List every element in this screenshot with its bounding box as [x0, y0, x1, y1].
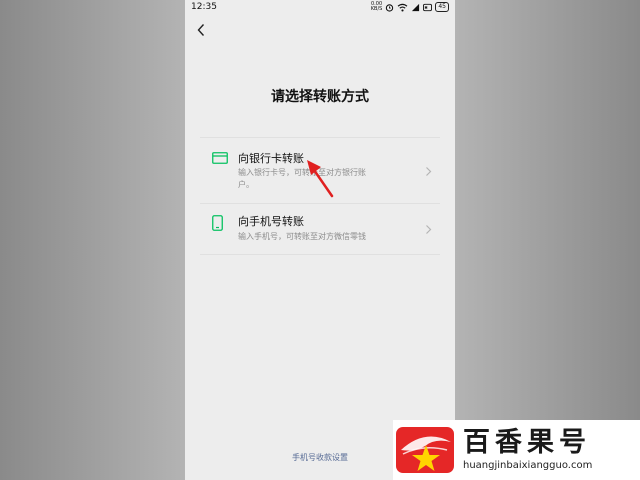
option-phone-number-title: 向手机号转账	[238, 215, 304, 228]
net-speed-unit: KB/S	[370, 6, 383, 12]
back-button[interactable]	[193, 22, 209, 38]
bank-card-icon	[212, 152, 228, 164]
annotation-arrow-icon	[307, 160, 334, 198]
status-bar: 12:35 0.00 KB/S 45	[185, 0, 455, 14]
option-phone-number-description: 输入手机号，可转账至对方微信零钱	[238, 232, 366, 241]
watermark-text: 百香果号 huangjinbaixiangguo.com	[463, 427, 592, 473]
page-title: 请选择转账方式	[271, 89, 369, 105]
chevron-left-icon	[197, 24, 205, 36]
phone-screen: 12:35 0.00 KB/S 45 请选择转账方式 向银行卡转账 输入银行卡号…	[185, 0, 455, 480]
option-phone-number[interactable]: 向手机号转账 输入手机号，可转账至对方微信零钱	[200, 203, 440, 255]
watermark-name: 百香果号	[463, 427, 591, 458]
alarm-icon	[386, 3, 394, 12]
signal-icon	[412, 3, 420, 11]
watermark-logo-icon	[396, 427, 454, 473]
chevron-right-icon	[426, 225, 432, 234]
status-time: 12:35	[191, 2, 217, 12]
battery-icon: 45	[435, 2, 449, 12]
net-speed: 0.00 KB/S	[371, 2, 383, 12]
option-bank-card-title: 向银行卡转账	[238, 152, 304, 165]
wifi-icon	[397, 3, 408, 12]
chevron-right-icon	[426, 167, 432, 176]
watermark-url: huangjinbaixiangguo.com	[463, 460, 593, 471]
phone-icon	[212, 215, 223, 231]
hd-icon	[423, 3, 433, 11]
watermark: 百香果号 huangjinbaixiangguo.com	[393, 420, 640, 480]
status-icons: 0.00 KB/S 45	[371, 2, 449, 12]
